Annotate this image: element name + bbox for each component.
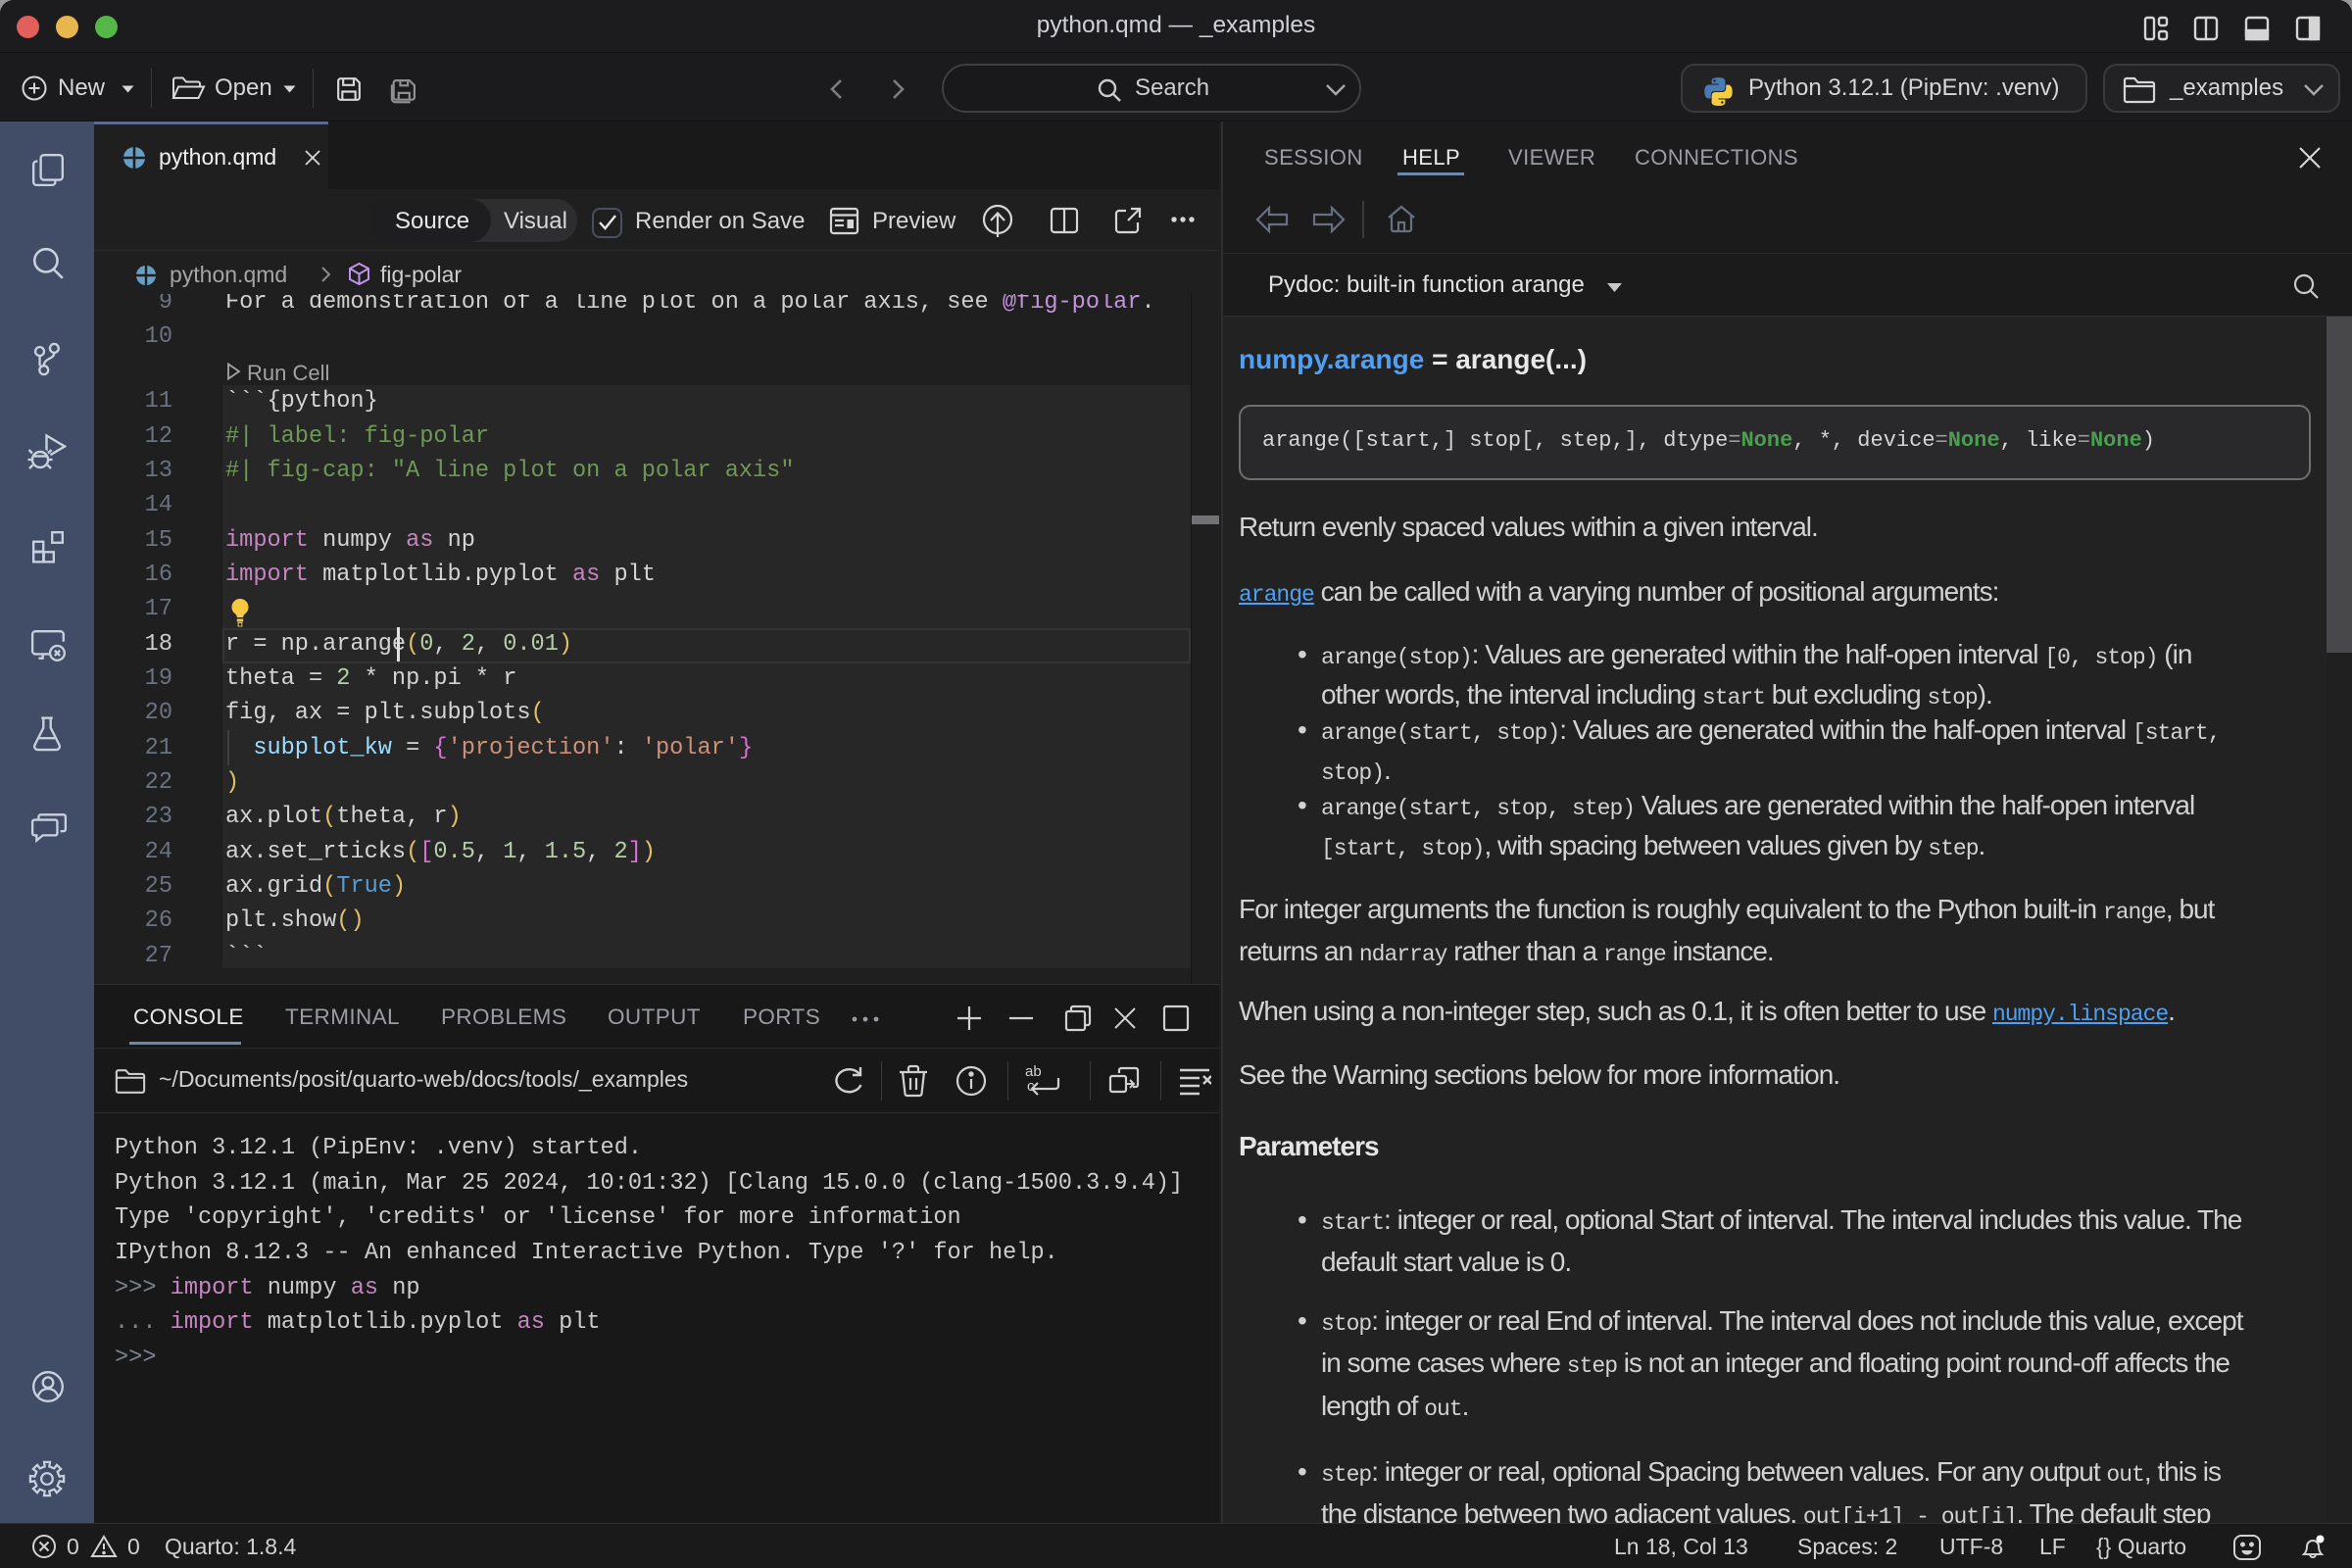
svg-text:c: c: [1027, 1078, 1035, 1095]
